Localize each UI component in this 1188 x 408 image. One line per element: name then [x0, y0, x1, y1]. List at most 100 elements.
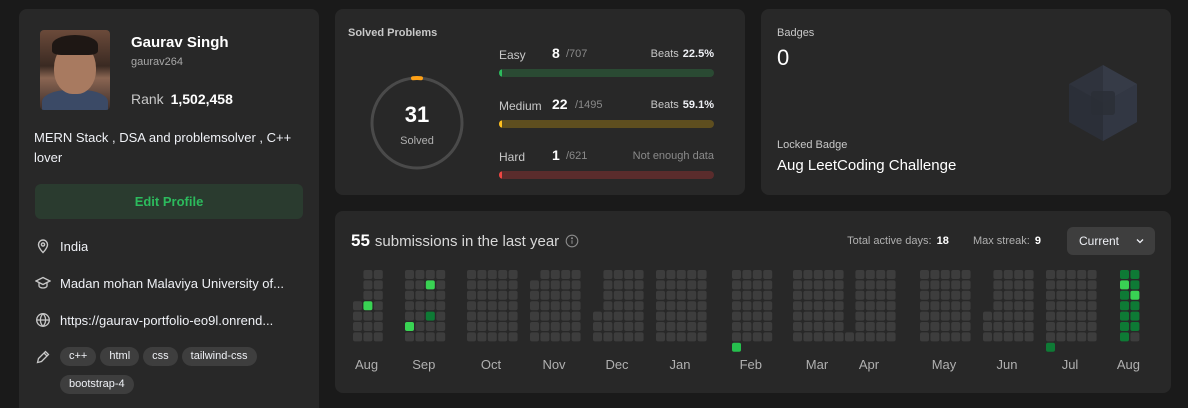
calendar-day-cell[interactable]	[540, 270, 550, 279]
calendar-day-cell[interactable]	[405, 290, 414, 300]
calendar-day-cell[interactable]	[732, 270, 741, 279]
calendar-day-cell[interactable]	[951, 280, 961, 290]
calendar-day-cell[interactable]	[803, 311, 813, 321]
calendar-day-cell[interactable]	[993, 301, 1003, 311]
calendar-day-cell[interactable]	[886, 280, 896, 290]
calendar-day-cell[interactable]	[697, 311, 707, 321]
calendar-day-cell[interactable]	[1046, 322, 1055, 331]
calendar-day-cell[interactable]	[487, 280, 497, 290]
calendar-day-cell[interactable]	[415, 332, 425, 342]
calendar-day-cell[interactable]	[540, 280, 550, 290]
calendar-day-cell[interactable]	[353, 322, 362, 331]
calendar-day-cell[interactable]	[498, 311, 508, 321]
calendar-day-cell[interactable]	[415, 270, 425, 279]
calendar-day-cell[interactable]	[530, 301, 539, 311]
calendar-day-cell[interactable]	[813, 290, 823, 300]
calendar-day-cell[interactable]	[405, 322, 414, 331]
calendar-day-cell[interactable]	[824, 280, 834, 290]
calendar-day-cell[interactable]	[363, 290, 373, 300]
calendar-day-cell[interactable]	[353, 332, 362, 342]
calendar-day-cell[interactable]	[824, 311, 834, 321]
skill-tag[interactable]: c++	[60, 347, 97, 366]
calendar-day-cell[interactable]	[742, 280, 752, 290]
calendar-day-cell[interactable]	[993, 332, 1003, 342]
calendar-day-cell[interactable]	[613, 332, 623, 342]
calendar-day-cell[interactable]	[824, 270, 834, 279]
calendar-day-cell[interactable]	[467, 301, 476, 311]
calendar-day-cell[interactable]	[1046, 301, 1055, 311]
calendar-day-cell[interactable]	[1120, 301, 1129, 311]
calendar-day-cell[interactable]	[498, 270, 508, 279]
calendar-day-cell[interactable]	[1077, 322, 1087, 331]
calendar-day-cell[interactable]	[803, 301, 813, 311]
calendar-day-cell[interactable]	[1056, 322, 1066, 331]
calendar-day-cell[interactable]	[1003, 322, 1013, 331]
calendar-day-cell[interactable]	[824, 332, 834, 342]
calendar-day-cell[interactable]	[813, 322, 823, 331]
calendar-day-cell[interactable]	[624, 280, 634, 290]
calendar-day-cell[interactable]	[508, 311, 518, 321]
calendar-day-cell[interactable]	[742, 332, 752, 342]
calendar-day-cell[interactable]	[951, 290, 961, 300]
calendar-day-cell[interactable]	[940, 332, 950, 342]
calendar-day-cell[interactable]	[865, 301, 875, 311]
calendar-day-cell[interactable]	[530, 290, 539, 300]
calendar-day-cell[interactable]	[1120, 270, 1129, 279]
calendar-day-cell[interactable]	[571, 332, 581, 342]
calendar-day-cell[interactable]	[855, 290, 865, 300]
calendar-day-cell[interactable]	[363, 311, 373, 321]
calendar-day-cell[interactable]	[752, 332, 762, 342]
calendar-day-cell[interactable]	[530, 280, 539, 290]
calendar-day-cell[interactable]	[876, 301, 886, 311]
calendar-day-cell[interactable]	[676, 301, 686, 311]
calendar-day-cell[interactable]	[1014, 322, 1024, 331]
calendar-day-cell[interactable]	[813, 270, 823, 279]
calendar-day-cell[interactable]	[920, 322, 929, 331]
calendar-day-cell[interactable]	[687, 290, 697, 300]
calendar-day-cell[interactable]	[930, 290, 940, 300]
calendar-day-cell[interactable]	[1087, 332, 1097, 342]
skill-tag[interactable]: css	[143, 347, 178, 366]
calendar-day-cell[interactable]	[961, 322, 971, 331]
calendar-day-cell[interactable]	[930, 280, 940, 290]
calendar-day-cell[interactable]	[834, 290, 844, 300]
calendar-day-cell[interactable]	[373, 270, 383, 279]
calendar-day-cell[interactable]	[930, 301, 940, 311]
calendar-day-cell[interactable]	[920, 332, 929, 342]
calendar-day-cell[interactable]	[1046, 332, 1055, 342]
calendar-day-cell[interactable]	[697, 280, 707, 290]
calendar-day-cell[interactable]	[656, 322, 665, 331]
calendar-day-cell[interactable]	[656, 311, 665, 321]
calendar-day-cell[interactable]	[763, 270, 773, 279]
calendar-day-cell[interactable]	[961, 270, 971, 279]
calendar-day-cell[interactable]	[624, 270, 634, 279]
calendar-day-cell[interactable]	[951, 301, 961, 311]
calendar-day-cell[interactable]	[1003, 290, 1013, 300]
calendar-day-cell[interactable]	[930, 332, 940, 342]
calendar-day-cell[interactable]	[855, 301, 865, 311]
calendar-day-cell[interactable]	[993, 322, 1003, 331]
calendar-day-cell[interactable]	[752, 311, 762, 321]
calendar-day-cell[interactable]	[436, 322, 446, 331]
calendar-day-cell[interactable]	[1120, 280, 1129, 290]
calendar-day-cell[interactable]	[363, 322, 373, 331]
calendar-day-cell[interactable]	[405, 280, 414, 290]
calendar-day-cell[interactable]	[477, 322, 487, 331]
calendar-day-cell[interactable]	[752, 322, 762, 331]
calendar-day-cell[interactable]	[752, 301, 762, 311]
calendar-day-cell[interactable]	[732, 332, 741, 342]
calendar-day-cell[interactable]	[803, 280, 813, 290]
calendar-day-cell[interactable]	[405, 301, 414, 311]
calendar-day-cell[interactable]	[834, 311, 844, 321]
calendar-day-cell[interactable]	[498, 280, 508, 290]
calendar-day-cell[interactable]	[940, 270, 950, 279]
calendar-day-cell[interactable]	[886, 322, 896, 331]
calendar-day-cell[interactable]	[1024, 290, 1034, 300]
calendar-day-cell[interactable]	[993, 290, 1003, 300]
calendar-day-cell[interactable]	[593, 311, 602, 321]
calendar-day-cell[interactable]	[561, 332, 571, 342]
calendar-day-cell[interactable]	[951, 311, 961, 321]
calendar-day-cell[interactable]	[813, 311, 823, 321]
calendar-day-cell[interactable]	[593, 332, 602, 342]
calendar-day-cell[interactable]	[865, 311, 875, 321]
